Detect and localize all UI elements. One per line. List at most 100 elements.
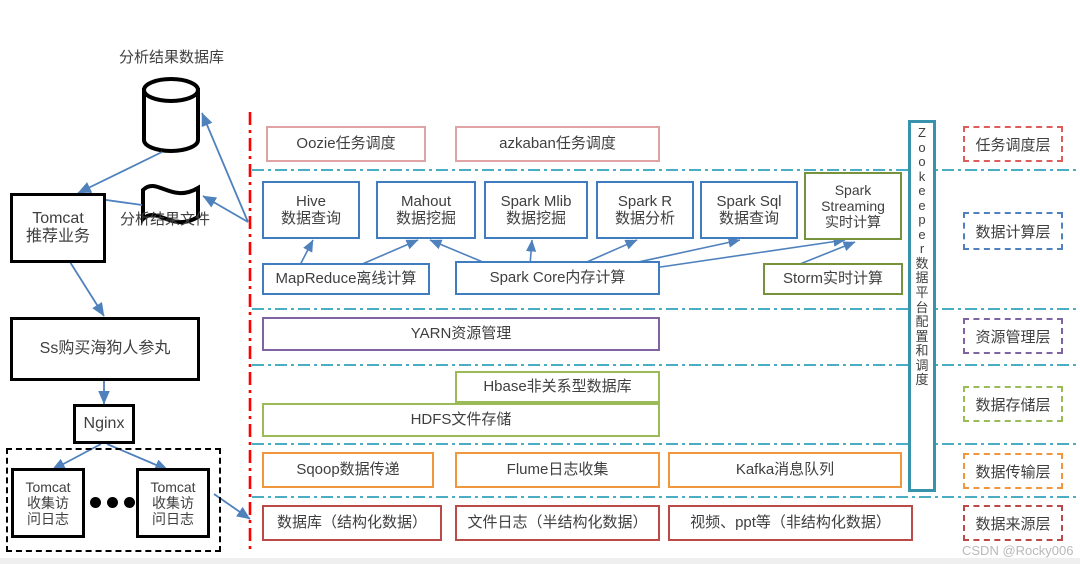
spark-mlib-line2: 数据挖掘 — [505, 210, 566, 227]
zookeeper-char-5: e — [918, 197, 926, 213]
spark-streaming-box[interactable]: Spark Streaming 实时计算 — [804, 172, 902, 240]
dot-2 — [107, 497, 118, 508]
spark-streaming-line1: Spark — [834, 181, 872, 198]
arrow-mapreduce-to-hive — [299, 239, 314, 266]
layer-label-storage-text: 数据存储层 — [975, 396, 1051, 414]
zookeeper-char-15: 和 — [915, 343, 929, 359]
mahout-line2: 数据挖掘 — [395, 210, 456, 227]
source-unstructured-box[interactable]: 视频、ppt等（非结构化数据） — [668, 505, 913, 541]
nginx-box[interactable]: Nginx — [73, 404, 135, 444]
oozie-label: Oozie任务调度 — [296, 135, 396, 153]
spark-sql-box[interactable]: Spark Sql 数据查询 — [700, 181, 798, 239]
nginx-label: Nginx — [83, 414, 125, 432]
layer-label-resource: 资源管理层 — [963, 318, 1063, 354]
layer-label-transport-text: 数据传输层 — [975, 463, 1051, 481]
kafka-box[interactable]: Kafka消息队列 — [668, 452, 902, 488]
tomcat-log-1-line2: 收集访 — [27, 494, 69, 511]
tomcat-log-2-line2: 收集访 — [152, 494, 194, 511]
tomcat-business-box[interactable]: Tomcat 推荐业务 — [10, 193, 106, 263]
layer-label-compute: 数据计算层 — [963, 212, 1063, 250]
source-unstructured-label: 视频、ppt等（非结构化数据） — [690, 514, 891, 532]
layer-label-compute-text: 数据计算层 — [975, 223, 1051, 241]
tomcat-log-2-line1: Tomcat — [150, 478, 196, 495]
zookeeper-char-16: 调 — [915, 357, 929, 373]
zookeeper-char-11: 平 — [915, 285, 929, 301]
zookeeper-char-9: 数 — [915, 255, 929, 271]
hdfs-label: HDFS文件存储 — [410, 411, 512, 429]
oozie-box[interactable]: Oozie任务调度 — [266, 126, 426, 162]
hdfs-box[interactable]: HDFS文件存储 — [262, 403, 660, 437]
flume-box[interactable]: Flume日志收集 — [455, 452, 660, 488]
sqoop-box[interactable]: Sqoop数据传递 — [262, 452, 434, 488]
tomcat-log-1-line1: Tomcat — [25, 478, 71, 495]
kafka-label: Kafka消息队列 — [735, 461, 835, 479]
spark-mlib-line1: Spark Mlib — [500, 192, 572, 210]
spark-r-line1: Spark R — [617, 192, 673, 210]
layer-label-storage: 数据存储层 — [963, 386, 1063, 422]
source-filelog-box[interactable]: 文件日志（半结构化数据） — [455, 505, 660, 541]
zookeeper-char-8: r — [919, 241, 925, 257]
storm-label: Storm实时计算 — [782, 270, 883, 288]
mapreduce-label: MapReduce离线计算 — [275, 270, 417, 288]
flume-label: Flume日志收集 — [506, 461, 609, 479]
zookeeper-char-2: o — [918, 154, 926, 170]
zookeeper-char-3: k — [918, 168, 926, 184]
spark-sql-line1: Spark Sql — [716, 192, 782, 210]
shop-business-box[interactable]: Ss购买海狗人参丸 — [10, 317, 200, 381]
mapreduce-box[interactable]: MapReduce离线计算 — [262, 263, 430, 295]
tomcat-business-line2: 推荐业务 — [25, 228, 90, 245]
dot-3 — [124, 497, 135, 508]
zookeeper-char-1: o — [918, 139, 926, 155]
dot-1 — [90, 497, 101, 508]
tomcat-log-2-line3: 问日志 — [152, 511, 194, 528]
yarn-box[interactable]: YARN资源管理 — [262, 317, 660, 351]
arrow-mapreduce-to-mahout — [359, 239, 419, 266]
azkaban-box[interactable]: azkaban任务调度 — [455, 126, 660, 162]
tomcat-log-box-1[interactable]: Tomcat 收集访 问日志 — [11, 468, 85, 538]
tomcat-business-line1: Tomcat — [32, 209, 84, 227]
hive-box[interactable]: Hive 数据查询 — [262, 181, 360, 239]
spark-mlib-box[interactable]: Spark Mlib 数据挖掘 — [484, 181, 588, 239]
layer-label-schedule: 任务调度层 — [963, 126, 1063, 162]
layer-label-transport: 数据传输层 — [963, 453, 1063, 489]
zookeeper-char-6: p — [918, 212, 926, 228]
spark-sql-line2: 数据查询 — [718, 210, 779, 227]
zookeeper-char-12: 台 — [915, 299, 929, 315]
analysis-file-caption: 分析结果文件 — [120, 211, 211, 228]
tomcat-log-box-2[interactable]: Tomcat 收集访 问日志 — [136, 468, 210, 538]
zookeeper-char-10: 据 — [915, 270, 929, 286]
arrow-platform-to-db — [201, 112, 249, 223]
source-database-box[interactable]: 数据库（结构化数据） — [262, 505, 442, 541]
spark-streaming-line2: Streaming — [821, 197, 885, 214]
source-filelog-label: 文件日志（半结构化数据） — [467, 514, 648, 532]
zookeeper-char-0: Z — [918, 125, 926, 140]
spark-streaming-line3: 实时计算 — [825, 214, 881, 231]
zookeeper-bar[interactable]: Zookeeper数据平台配置和调度 — [908, 120, 936, 492]
bottom-scroll-bar — [0, 558, 1080, 564]
hive-line1: Hive — [295, 192, 326, 210]
arrow-tomcat-to-shop — [69, 261, 105, 317]
layer-label-source: 数据来源层 — [963, 505, 1063, 541]
storm-box[interactable]: Storm实时计算 — [763, 263, 903, 295]
azkaban-label: azkaban任务调度 — [499, 135, 616, 153]
sqoop-label: Sqoop数据传递 — [296, 461, 400, 479]
spark-r-line2: 数据分析 — [614, 210, 675, 227]
layer-label-source-text: 数据来源层 — [975, 515, 1051, 533]
spark-r-box[interactable]: Spark R 数据分析 — [596, 181, 694, 239]
tomcat-log-1-line3: 问日志 — [27, 511, 69, 528]
mahout-box[interactable]: Mahout 数据挖掘 — [376, 181, 476, 239]
shop-business-label: Ss购买海狗人参丸 — [39, 339, 171, 357]
hbase-label: Hbase非关系型数据库 — [483, 378, 632, 396]
ellipsis-dots — [90, 497, 135, 508]
layer-label-schedule-text: 任务调度层 — [975, 136, 1051, 154]
analysis-db-caption: 分析结果数据库 — [119, 49, 225, 66]
zookeeper-char-14: 置 — [915, 328, 929, 344]
csdn-watermark: CSDN @Rocky006 — [962, 543, 1074, 558]
hbase-box[interactable]: Hbase非关系型数据库 — [455, 371, 660, 403]
source-database-label: 数据库（结构化数据） — [276, 514, 427, 532]
spark-core-box[interactable]: Spark Core内存计算 — [455, 261, 660, 295]
zookeeper-char-4: e — [918, 183, 926, 199]
zookeeper-char-13: 配 — [915, 314, 929, 330]
layer-label-resource-text: 资源管理层 — [975, 328, 1051, 346]
zookeeper-char-7: e — [918, 226, 926, 242]
